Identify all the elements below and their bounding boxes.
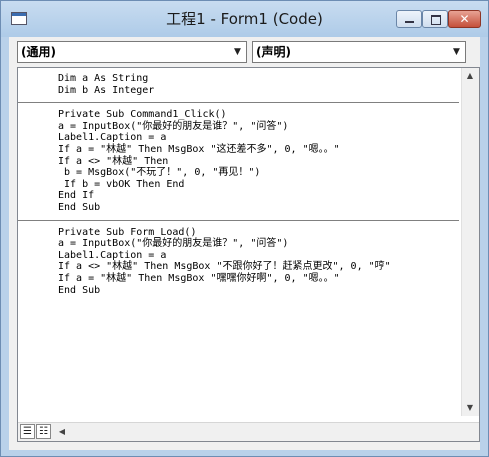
scroll-up-button[interactable]: ▲ bbox=[462, 68, 478, 84]
form-load-procedure: Private Sub Form_Load() a = InputBox("你最… bbox=[58, 227, 459, 297]
code-text[interactable]: Dim a As String Dim b As Integer Private… bbox=[18, 68, 459, 297]
declarations-block: Dim a As String Dim b As Integer bbox=[58, 73, 459, 96]
code-line[interactable]: a = InputBox("你最好的朋友是谁？", "问答") bbox=[58, 121, 459, 133]
minimize-button[interactable] bbox=[396, 10, 422, 28]
maximize-button[interactable] bbox=[422, 10, 448, 28]
code-line[interactable]: If a <> "林越" Then bbox=[58, 156, 459, 168]
procedure-view-button[interactable]: ☰ bbox=[20, 424, 35, 439]
code-line[interactable]: Dim a As String bbox=[58, 73, 459, 85]
code-line[interactable]: Private Sub Form_Load() bbox=[58, 227, 459, 239]
code-line[interactable]: If a = "林越" Then MsgBox "嘿嘿你好啊", 0, "嗯。。… bbox=[58, 273, 459, 285]
scroll-left-button[interactable]: ◀ bbox=[54, 424, 70, 440]
object-dropdown-value: (通用) bbox=[21, 45, 56, 59]
code-line[interactable]: If a = "林越" Then MsgBox "这还差不多", 0, "嗯。。… bbox=[58, 144, 459, 156]
command1-click-procedure: Private Sub Command1_Click() a = InputBo… bbox=[58, 109, 459, 213]
code-line[interactable]: Label1.Caption = a bbox=[58, 250, 459, 262]
code-line[interactable]: Label1.Caption = a bbox=[58, 132, 459, 144]
code-line[interactable]: a = InputBox("你最好的朋友是谁？", "问答") bbox=[58, 238, 459, 250]
code-line[interactable]: If b = vbOK Then End bbox=[58, 179, 459, 191]
full-module-view-button[interactable]: ☷ bbox=[36, 424, 51, 439]
client-area: (通用) ▼ (声明) ▼ Dim a As String Dim b As I… bbox=[9, 37, 480, 450]
horizontal-scrollbar[interactable]: ◀ ▶ bbox=[54, 423, 479, 441]
chevron-down-icon[interactable]: ▼ bbox=[448, 42, 465, 62]
procedure-separator bbox=[18, 102, 459, 104]
close-button[interactable]: ✕ bbox=[448, 10, 481, 28]
code-window: 工程1 - Form1 (Code) ✕ (通用) ▼ (声明) ▼ Dim a… bbox=[0, 0, 489, 457]
maximize-icon bbox=[431, 15, 441, 25]
scrollbar-corner bbox=[462, 423, 479, 441]
procedure-dropdown-value: (声明) bbox=[256, 45, 291, 59]
code-line[interactable]: b = MsgBox("不玩了！", 0, "再见！") bbox=[58, 167, 459, 179]
code-line[interactable]: End Sub bbox=[58, 285, 459, 297]
editor-bottom-bar: ☰ ☷ ◀ ▶ bbox=[18, 422, 479, 441]
code-line[interactable]: End If bbox=[58, 190, 459, 202]
code-line[interactable]: End Sub bbox=[58, 202, 459, 214]
code-editor[interactable]: Dim a As String Dim b As Integer Private… bbox=[17, 67, 480, 442]
code-line[interactable]: Dim b As Integer bbox=[58, 85, 459, 97]
vertical-scroll-track[interactable] bbox=[463, 86, 477, 396]
code-line[interactable]: If a <> "林越" Then MsgBox "不跟你好了！赶紧点更改", … bbox=[58, 261, 459, 273]
minimize-icon bbox=[405, 21, 414, 23]
procedure-dropdown[interactable]: (声明) ▼ bbox=[252, 41, 466, 63]
procedure-separator bbox=[18, 219, 459, 221]
title-bar[interactable]: 工程1 - Form1 (Code) ✕ bbox=[1, 1, 488, 37]
chevron-down-icon[interactable]: ▼ bbox=[229, 42, 246, 62]
close-icon: ✕ bbox=[459, 12, 470, 26]
object-dropdown[interactable]: (通用) ▼ bbox=[17, 41, 247, 63]
scroll-down-button[interactable]: ▼ bbox=[462, 400, 478, 416]
vertical-scrollbar[interactable]: ▲ ▼ bbox=[461, 68, 479, 416]
code-line[interactable]: Private Sub Command1_Click() bbox=[58, 109, 459, 121]
